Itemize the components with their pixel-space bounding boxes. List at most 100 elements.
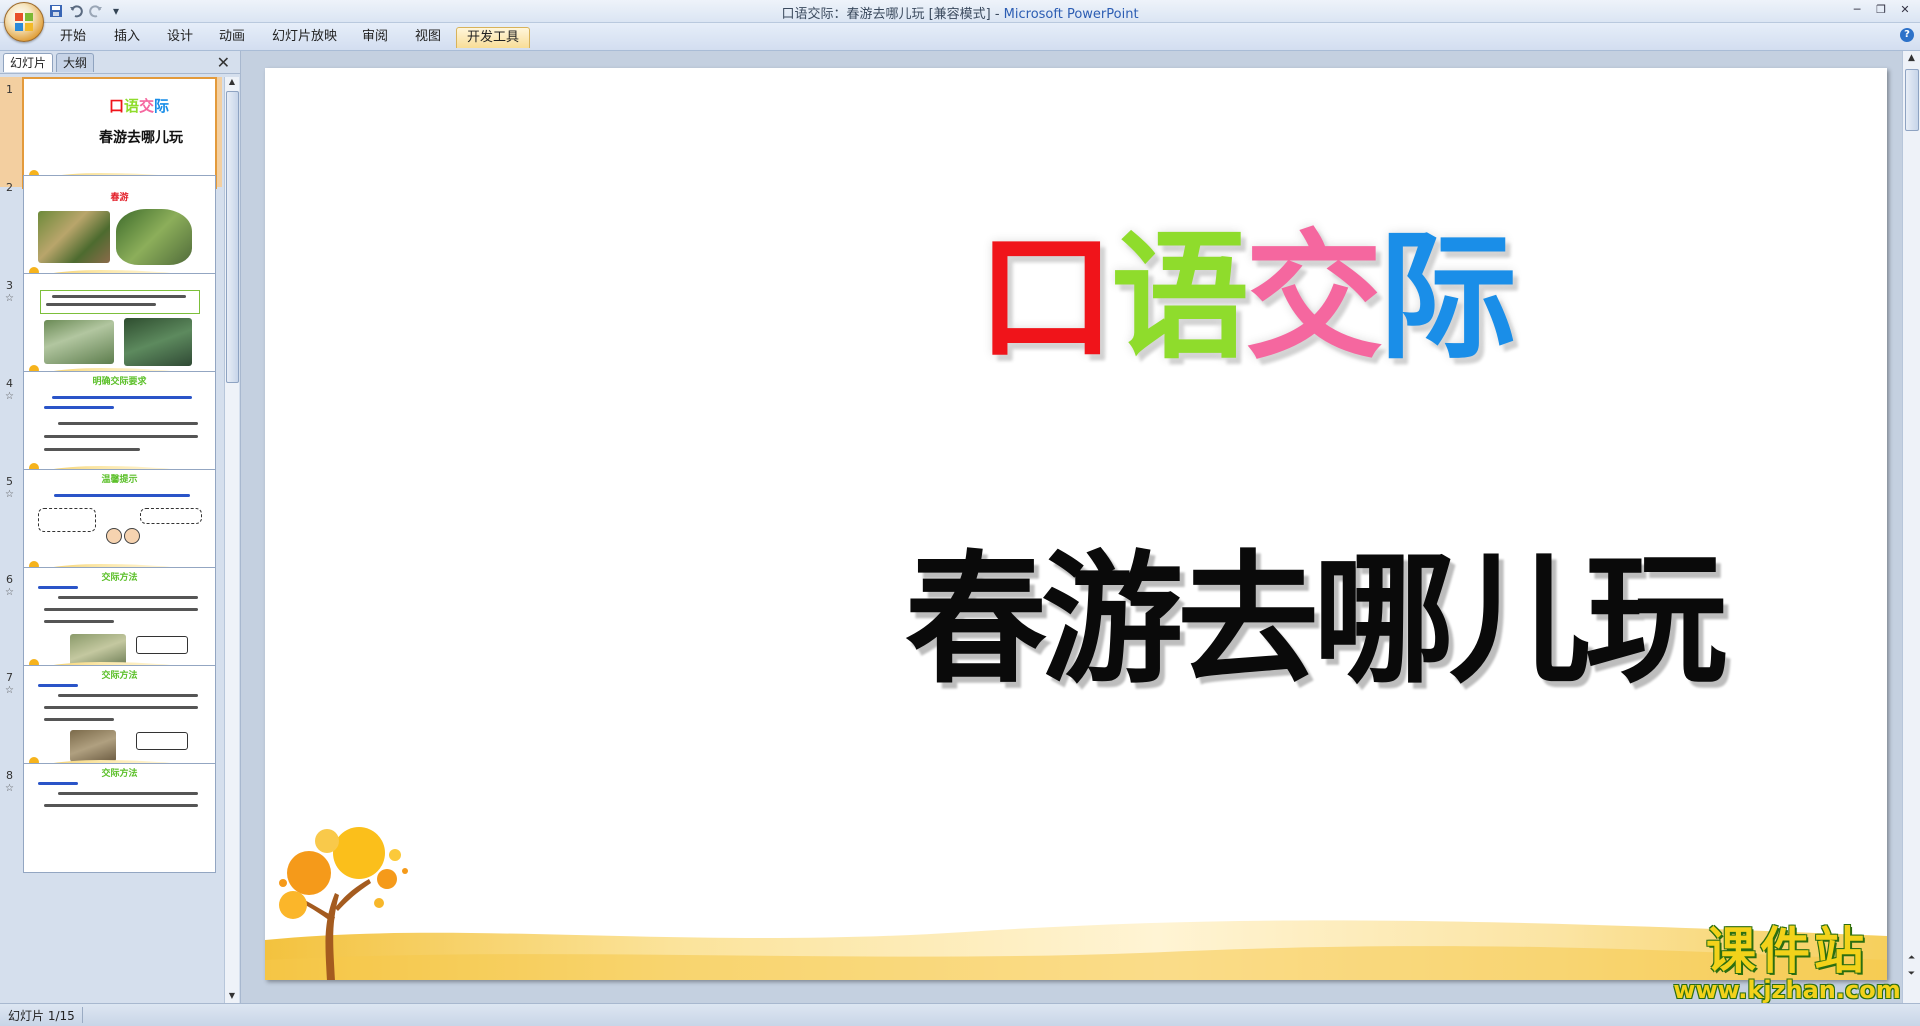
speech-bubble bbox=[140, 508, 202, 524]
thumbnail-preview: 交际方法 bbox=[23, 665, 216, 775]
text-line bbox=[58, 422, 198, 425]
heading-char: 交 bbox=[1245, 217, 1383, 378]
slide-number: 5 bbox=[6, 475, 13, 488]
office-logo-icon bbox=[15, 13, 33, 31]
slide-thumbnail[interactable]: 4 ☆ 明确交际要求 bbox=[0, 371, 222, 481]
heading-char: 际 bbox=[1379, 217, 1517, 378]
title-bar: ▾ 口语交际：春游去哪儿玩 [兼容模式] - Microsoft PowerPo… bbox=[0, 0, 1920, 23]
tab-review[interactable]: 审阅 bbox=[352, 27, 398, 47]
animation-icon: ☆ bbox=[5, 783, 14, 794]
thumb-title: 交际方法 bbox=[101, 671, 138, 681]
callout-box bbox=[136, 636, 188, 654]
thumbnail-preview bbox=[23, 273, 216, 383]
slide-number: 1 bbox=[6, 83, 13, 96]
slide-number: 2 bbox=[6, 181, 13, 194]
document-title: 口语交际：春游去哪儿玩 [兼容模式] - bbox=[781, 7, 1004, 22]
thumbnail-preview: 交际方法 bbox=[23, 567, 216, 677]
scroll-down-icon[interactable]: ▼ bbox=[225, 991, 239, 1003]
thumb-title: 春游 bbox=[110, 193, 129, 203]
tab-slides[interactable]: 幻灯片 bbox=[3, 53, 54, 72]
tab-home[interactable]: 开始 bbox=[50, 27, 96, 47]
divider bbox=[82, 1007, 83, 1023]
child-figure bbox=[124, 528, 140, 544]
slide-thumbnail[interactable]: 8 ☆ 交际方法 bbox=[0, 763, 222, 873]
thumbnail-preview: 交际方法 bbox=[23, 763, 216, 873]
animation-icon: ☆ bbox=[5, 587, 14, 598]
minimize-icon[interactable]: ─ bbox=[1846, 1, 1868, 17]
help-icon[interactable]: ? bbox=[1900, 28, 1914, 42]
callout-box bbox=[136, 732, 188, 750]
close-icon[interactable]: ✕ bbox=[217, 53, 230, 72]
pane-tabs: 幻灯片 大纲 ✕ bbox=[0, 51, 240, 74]
thumb-title: 交际方法 bbox=[101, 573, 138, 583]
tab-insert[interactable]: 插入 bbox=[104, 27, 150, 47]
slide-thumbnail[interactable]: 6 ☆ 交际方法 bbox=[0, 567, 222, 677]
slide-thumbnail[interactable]: 7 ☆ 交际方法 bbox=[0, 665, 222, 775]
thumb-heading-char: 交 bbox=[139, 97, 155, 115]
slide-number: 6 bbox=[6, 573, 13, 586]
window-controls: ─ ❐ ✕ bbox=[1846, 1, 1916, 17]
watermark-url: www.kjzhan.com bbox=[1673, 976, 1901, 1004]
slide-scrollbar[interactable]: ▲ ⏶ ⏷ bbox=[1902, 51, 1920, 1003]
tree-illustration bbox=[279, 827, 408, 980]
tab-developer[interactable]: 开发工具 bbox=[456, 27, 531, 48]
thumb-heading: 口语交际 bbox=[109, 95, 169, 116]
text-line bbox=[44, 406, 114, 409]
slides-pane: 幻灯片 大纲 ✕ 1 口语交际 春游去哪儿玩 2 春游 3 ☆ 4 ☆ 明确交际… bbox=[0, 51, 241, 1003]
watermark-text: 课件站 bbox=[1706, 922, 1868, 980]
slide-heading[interactable]: 口语交际 bbox=[977, 228, 1577, 368]
text-line bbox=[54, 494, 190, 497]
thumb-title: 交际方法 bbox=[101, 769, 138, 779]
slide-number: 8 bbox=[6, 769, 13, 782]
text-line bbox=[44, 448, 140, 451]
animation-icon: ☆ bbox=[5, 685, 14, 696]
tab-animations[interactable]: 动画 bbox=[209, 27, 255, 47]
scroll-thumb[interactable] bbox=[1905, 69, 1919, 131]
next-slide-icon[interactable]: ⏷ bbox=[1903, 969, 1920, 979]
text-line bbox=[52, 396, 192, 399]
animation-icon: ☆ bbox=[5, 489, 14, 500]
photo-image bbox=[44, 320, 114, 364]
slide-thumbnail[interactable]: 5 ☆ 温馨提示 bbox=[0, 469, 222, 579]
text-line bbox=[44, 706, 198, 709]
slide-subtitle[interactable]: 春游去哪儿玩 bbox=[905, 546, 1805, 696]
child-figure bbox=[106, 528, 122, 544]
restore-icon[interactable]: ❐ bbox=[1870, 1, 1892, 17]
tab-slideshow[interactable]: 幻灯片放映 bbox=[262, 27, 347, 47]
thumbnail-list: 1 口语交际 春游去哪儿玩 2 春游 3 ☆ 4 ☆ 明确交际要求 5 ☆ 温馨… bbox=[0, 77, 222, 1003]
thumbnail-preview: 春游 bbox=[23, 175, 216, 285]
slide-number: 3 bbox=[6, 279, 13, 292]
scroll-up-icon[interactable]: ▲ bbox=[1903, 53, 1920, 63]
heading-char: 语 bbox=[1111, 217, 1249, 378]
slide-thumbnail[interactable]: 2 春游 bbox=[0, 175, 222, 285]
text-line bbox=[44, 608, 198, 611]
thumb-heading-char: 际 bbox=[154, 97, 170, 115]
photo-image bbox=[38, 211, 110, 263]
previous-slide-icon[interactable]: ⏶ bbox=[1903, 953, 1920, 963]
scroll-thumb[interactable] bbox=[226, 91, 239, 383]
thumbnail-scrollbar[interactable]: ▲ ▼ bbox=[224, 77, 239, 1003]
thumbnail-preview: 温馨提示 bbox=[23, 469, 216, 579]
current-slide[interactable]: 口语交际 春游去哪儿玩 bbox=[265, 68, 1887, 980]
tab-outline[interactable]: 大纲 bbox=[56, 53, 95, 72]
scroll-up-icon[interactable]: ▲ bbox=[225, 77, 239, 89]
thumb-heading-char: 语 bbox=[124, 97, 140, 115]
photo-image bbox=[70, 730, 116, 762]
close-icon[interactable]: ✕ bbox=[1894, 1, 1916, 17]
tab-design[interactable]: 设计 bbox=[157, 27, 203, 47]
slide-thumbnail[interactable]: 3 ☆ bbox=[0, 273, 222, 383]
text-line bbox=[44, 435, 198, 438]
thumb-title: 温馨提示 bbox=[101, 475, 138, 485]
slide-thumbnail[interactable]: 1 口语交际 春游去哪儿玩 bbox=[0, 77, 222, 189]
text-line bbox=[58, 596, 198, 599]
tab-view[interactable]: 视图 bbox=[405, 27, 451, 47]
app-name: Microsoft PowerPoint bbox=[1003, 7, 1139, 22]
text-line bbox=[58, 694, 198, 697]
text-line bbox=[46, 303, 156, 306]
text-line bbox=[44, 620, 114, 623]
office-button[interactable] bbox=[4, 2, 44, 42]
text-line bbox=[52, 295, 186, 298]
thumbnail-preview: 明确交际要求 bbox=[23, 371, 216, 481]
ribbon-tab-bar: 开始 插入 设计 动画 幻灯片放映 审阅 视图 开发工具 ? bbox=[0, 23, 1920, 51]
text-line bbox=[58, 792, 198, 795]
